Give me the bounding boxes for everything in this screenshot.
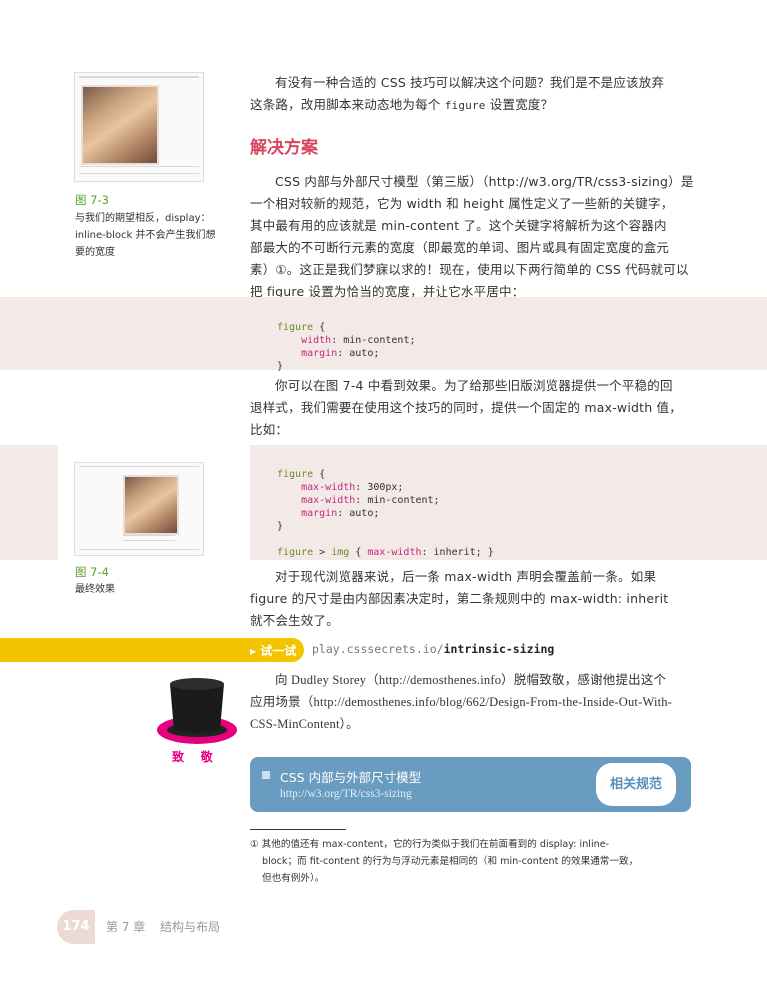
cat-photo-centered [123,475,179,535]
page-number: 174 [57,910,95,944]
code-block-2: figure { max-width: 300px; max-width: mi… [250,445,767,560]
spec-box[interactable]: CSS 内部与外部尺寸模型 http://w3.org/TR/css3-sizi… [250,757,691,812]
spec-bullet-icon [262,771,270,779]
cat-photo [81,85,159,165]
footnote: ① 其他的值还有 max-content，它的行为类似于我们在前面看到的 dis… [250,839,639,884]
paragraph-override: 对于现代浏览器来说，后一条 max-width 声明会覆盖前一条。如果 figu… [250,569,669,628]
spec-url[interactable]: http://w3.org/TR/css3-sizing [280,788,412,800]
figure-7-3-caption: 与我们的期望相反，display： inline-block 并不会产生我们想 … [75,213,216,258]
spec-badge: 相关规范 [596,763,676,806]
try-it-bar[interactable]: ▸ 试一试 [0,638,304,662]
code-block-1: figure { width: min-content; margin: aut… [0,297,767,372]
footnote-rule [250,829,346,830]
figure-7-3-number: 图 7-3 [75,193,109,207]
top-hat-icon [157,678,237,744]
paragraph-fallback: 你可以在图 7-4 中看到效果。为了给那些旧版浏览器提供一个平稳的回 退样式，我… [250,378,682,437]
spec-title: CSS 内部与外部尺寸模型 [280,770,422,785]
figure-7-4-image [74,462,204,556]
code-band-left [0,445,58,560]
try-it-link[interactable]: play.csssecrets.io/intrinsic-sizing [312,642,554,656]
acknowledgement-label: 致 敬 [172,750,213,764]
figure-7-3-image [74,72,204,182]
chapter-title: 结构与布局 [160,920,221,934]
chapter-label: 第 7 章 [106,920,146,934]
section-heading: 解决方案 [250,138,318,158]
figure-7-4-number: 图 7-4 [75,565,109,579]
paragraph-min-content: CSS 内部与外部尺寸模型（第三版）（http://w3.org/TR/css3… [250,174,694,299]
try-it-label: ▸ 试一试 [250,644,297,658]
acknowledgement-text: 向 Dudley Storey（http://demosthenes.info）… [250,673,673,731]
intro-paragraph: 有没有一种合适的 CSS 技巧可以解决这个问题？我们是不是应该放弃 这条路，改用… [250,75,665,112]
figure-7-4-caption: 最终效果 [75,584,115,595]
